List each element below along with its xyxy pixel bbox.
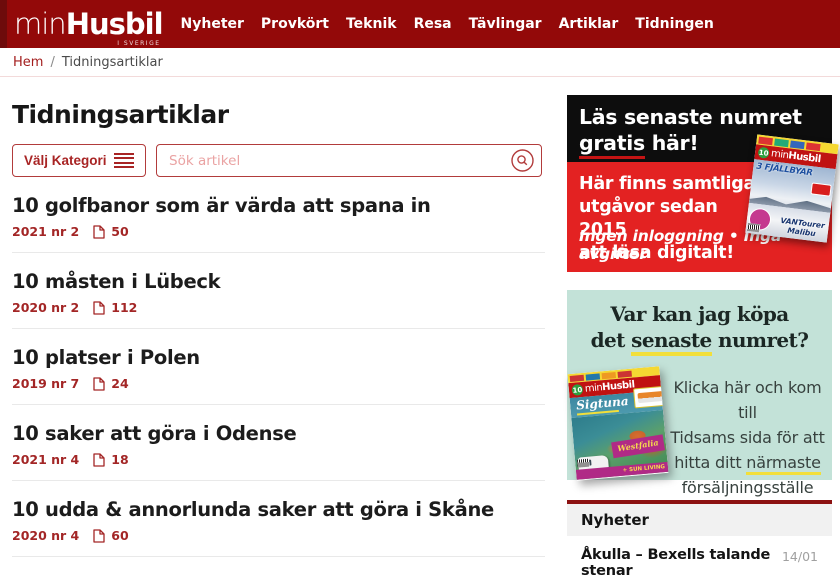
magazine-cover-winter: 10 minHusbil 3 FJÄLLBYAR VANTourer Malib…: [745, 134, 839, 243]
sidebar: Läs senaste numret gratis här! Här finns…: [567, 95, 839, 576]
article-meta: 2020 nr 4 60: [12, 528, 545, 543]
article-issue: 2020 nr 2: [12, 300, 80, 315]
search-icon[interactable]: [511, 149, 534, 172]
cover-badge: 10: [571, 383, 584, 396]
ad-buy-underlined-word: senaste: [631, 328, 712, 356]
news-widget-heading: Nyheter: [567, 504, 832, 536]
article-issue: 2019 nr 7: [12, 376, 80, 391]
where-to-buy-ad-banner[interactable]: Var kan jag köpa det senaste numret? Kli…: [567, 290, 832, 497]
article-page-number: 50: [111, 224, 129, 239]
article-meta: 2019 nr 7 24: [12, 376, 545, 391]
barcode: [747, 222, 761, 233]
article-meta: 2021 nr 2 50: [12, 224, 545, 239]
article-page-number: 112: [111, 300, 138, 315]
page-icon: [93, 452, 105, 467]
ad-heading-line1: Läs senaste numret: [579, 105, 802, 129]
article-page-number: 24: [111, 376, 129, 391]
cover-brand-text: Westfalia: [611, 434, 665, 459]
article-page-number: 60: [111, 528, 129, 543]
category-dropdown-button[interactable]: Välj Kategori: [12, 144, 146, 177]
ad-heading-rest: här!: [644, 131, 699, 155]
logo-text-min: min: [14, 6, 67, 41]
magazine-cover-sigtuna: 10 minHusbil Sigtuna Westfalia + SUN LIV…: [567, 366, 669, 481]
article-row: 10 platser i Polen 2019 nr 7 24: [12, 329, 545, 405]
main-content: Tidningsartiklar Välj Kategori 10 golfba…: [12, 78, 545, 557]
nav-item-nyheter[interactable]: Nyheter: [181, 16, 244, 32]
news-item[interactable]: Åkulla – Bexells talande stenar 14/01: [567, 536, 832, 576]
nav-item-artiklar[interactable]: Artiklar: [559, 16, 619, 32]
nav-item-tavlingar[interactable]: Tävlingar: [469, 16, 542, 32]
nav-item-resa[interactable]: Resa: [414, 16, 452, 32]
page-icon: [93, 300, 105, 315]
breadcrumb: Hem / Tidningsartiklar: [0, 48, 840, 77]
ad-buy-body-text: Klicka här och kom till Tidsams sida för…: [670, 378, 825, 497]
article-row: 10 udda & annorlunda saker att göra i Sk…: [12, 481, 545, 557]
article-title-link[interactable]: 10 udda & annorlunda saker att göra i Sk…: [12, 498, 512, 521]
van-sticker: [633, 385, 669, 409]
article-search: [156, 144, 542, 177]
logo-text-husbil: Husbil: [65, 6, 164, 41]
ad-heading-underlined-word: gratis: [579, 131, 645, 159]
category-dropdown-label: Välj Kategori: [24, 153, 107, 168]
article-title-link[interactable]: 10 golfbanor som är värda att spana in: [12, 194, 512, 217]
article-issue: 2021 nr 2: [12, 224, 80, 239]
search-input[interactable]: [156, 144, 542, 177]
article-issue: 2021 nr 4: [12, 452, 80, 467]
cover-photo: Westfalia + SUN LIVING: [571, 410, 669, 480]
article-title-link[interactable]: 10 saker att göra i Odense: [12, 422, 512, 445]
site-logo[interactable]: minHusbil I SVERIGE: [14, 6, 164, 46]
filter-row: Välj Kategori: [12, 144, 545, 177]
article-list: 10 golfbanor som är värda att spana in 2…: [12, 177, 545, 557]
nav-item-provkort[interactable]: Provkört: [261, 16, 329, 32]
header-edge-stripe: [0, 0, 7, 48]
article-row: 10 måsten i Lübeck 2020 nr 2 112: [12, 253, 545, 329]
page-icon: [93, 224, 105, 239]
article-meta: 2021 nr 4 18: [12, 452, 545, 467]
article-title-link[interactable]: 10 platser i Polen: [12, 346, 512, 369]
nav-item-tidningen[interactable]: Tidningen: [635, 16, 714, 32]
news-widget: Nyheter Åkulla – Bexells talande stenar …: [567, 500, 832, 576]
article-meta: 2020 nr 2 112: [12, 300, 545, 315]
breadcrumb-current: Tidningsartiklar: [61, 54, 163, 70]
logo-subtitle: I SVERIGE: [117, 39, 161, 47]
ad-buy-highlight-word: närmaste: [746, 453, 821, 475]
page-icon: [93, 528, 105, 543]
hamburger-icon: [114, 152, 134, 169]
cover-photo: 3 FJÄLLBYAR VANTourer Malibu: [745, 159, 836, 243]
ad-buy-heading: Var kan jag köpa det senaste numret?: [567, 290, 832, 356]
nav-item-teknik[interactable]: Teknik: [346, 16, 397, 32]
article-page-number: 18: [111, 452, 129, 467]
article-row: 10 golfbanor som är värda att spana in 2…: [12, 177, 545, 253]
top-navigation-bar: minHusbil I SVERIGE Nyheter Provkört Tek…: [0, 0, 840, 48]
page-icon: [93, 376, 105, 391]
article-issue: 2020 nr 4: [12, 528, 80, 543]
barcode: [577, 458, 590, 468]
news-item-date: 14/01: [781, 549, 818, 564]
page-title: Tidningsartiklar: [12, 100, 229, 129]
breadcrumb-home-link[interactable]: Hem: [13, 55, 43, 70]
digital-issues-ad-banner[interactable]: Läs senaste numret gratis här! Här finns…: [567, 95, 839, 272]
cover-badge: 10: [757, 146, 770, 159]
cover-model-text: VANTourer Malibu: [779, 215, 826, 239]
article-row: 10 saker att göra i Odense 2021 nr 4 18: [12, 405, 545, 481]
main-nav: Nyheter Provkört Teknik Resa Tävlingar A…: [181, 16, 714, 32]
article-title-link[interactable]: 10 måsten i Lübeck: [12, 270, 512, 293]
breadcrumb-separator: /: [50, 54, 55, 70]
news-item-title: Åkulla – Bexells talande stenar: [581, 547, 771, 576]
cover-red-box: [810, 182, 832, 197]
